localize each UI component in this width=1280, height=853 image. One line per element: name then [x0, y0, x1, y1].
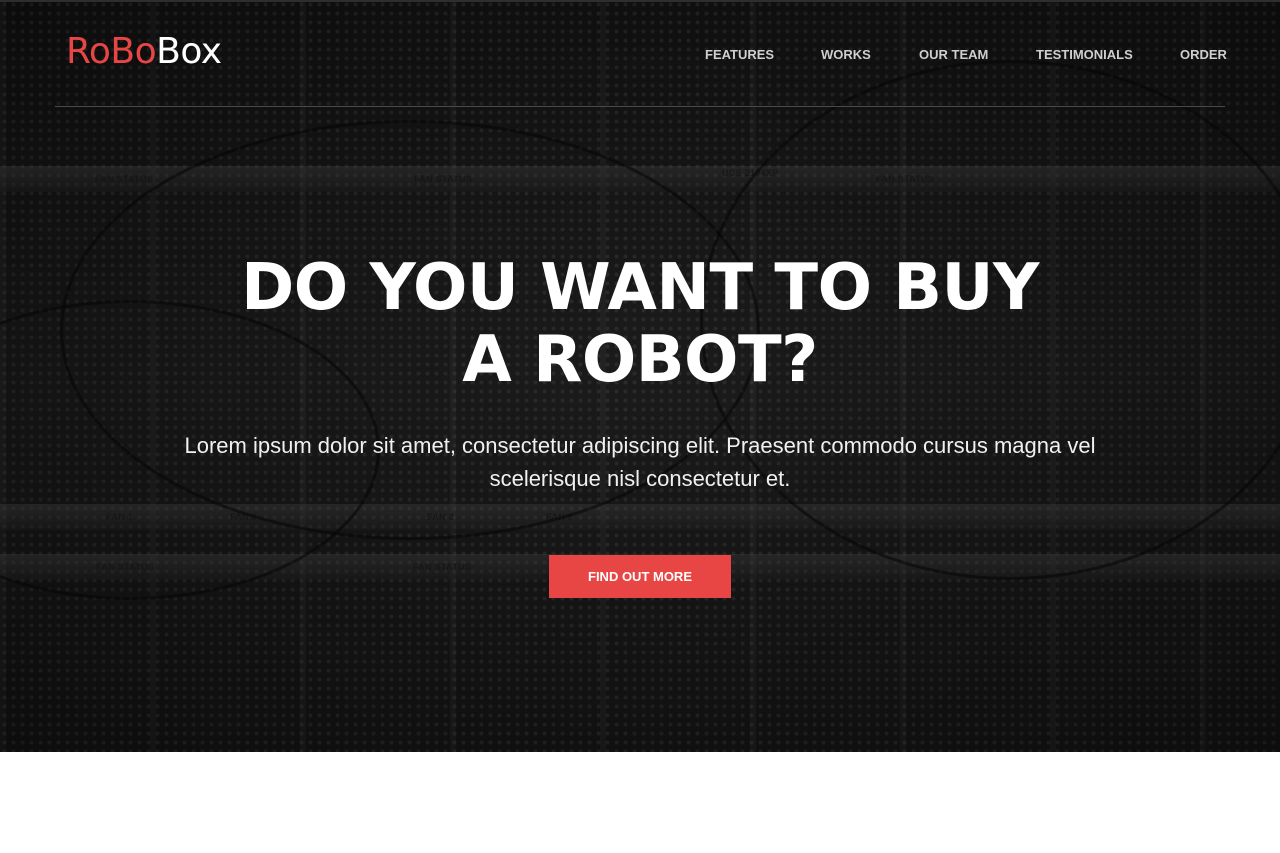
hero-section: FAN STATUS FAN STATUS UCS 2104XP FAN STA… [0, 0, 1280, 752]
background-label: FAN STATUS [413, 562, 472, 572]
logo-text-white: Box [156, 31, 222, 72]
find-out-more-button[interactable]: FIND OUT MORE [549, 555, 731, 598]
background-label: FAN STATUS [95, 174, 154, 184]
content-section [0, 752, 1280, 853]
logo[interactable]: RoBoBox [66, 32, 222, 72]
nav-item-order[interactable]: ORDER [1180, 46, 1227, 64]
nav-item-testimonials[interactable]: TESTIMONIALS [1036, 46, 1133, 64]
nav-divider [55, 106, 1225, 107]
logo-text-red: RoBo [66, 31, 157, 72]
nav-item-works[interactable]: WORKS [821, 46, 871, 64]
nav-item-features[interactable]: FEATURES [705, 46, 774, 64]
hero-headline-line2: A ROBOT? [462, 323, 818, 397]
top-border [0, 0, 1280, 2]
hero-headline: DO YOU WANT TO BUY A ROBOT? [140, 252, 1140, 396]
hero-subtext: Lorem ipsum dolor sit amet, consectetur … [184, 433, 1096, 491]
hero-headline-line1: DO YOU WANT TO BUY [241, 251, 1039, 325]
nav-item-our-team[interactable]: OUR TEAM [919, 46, 988, 64]
